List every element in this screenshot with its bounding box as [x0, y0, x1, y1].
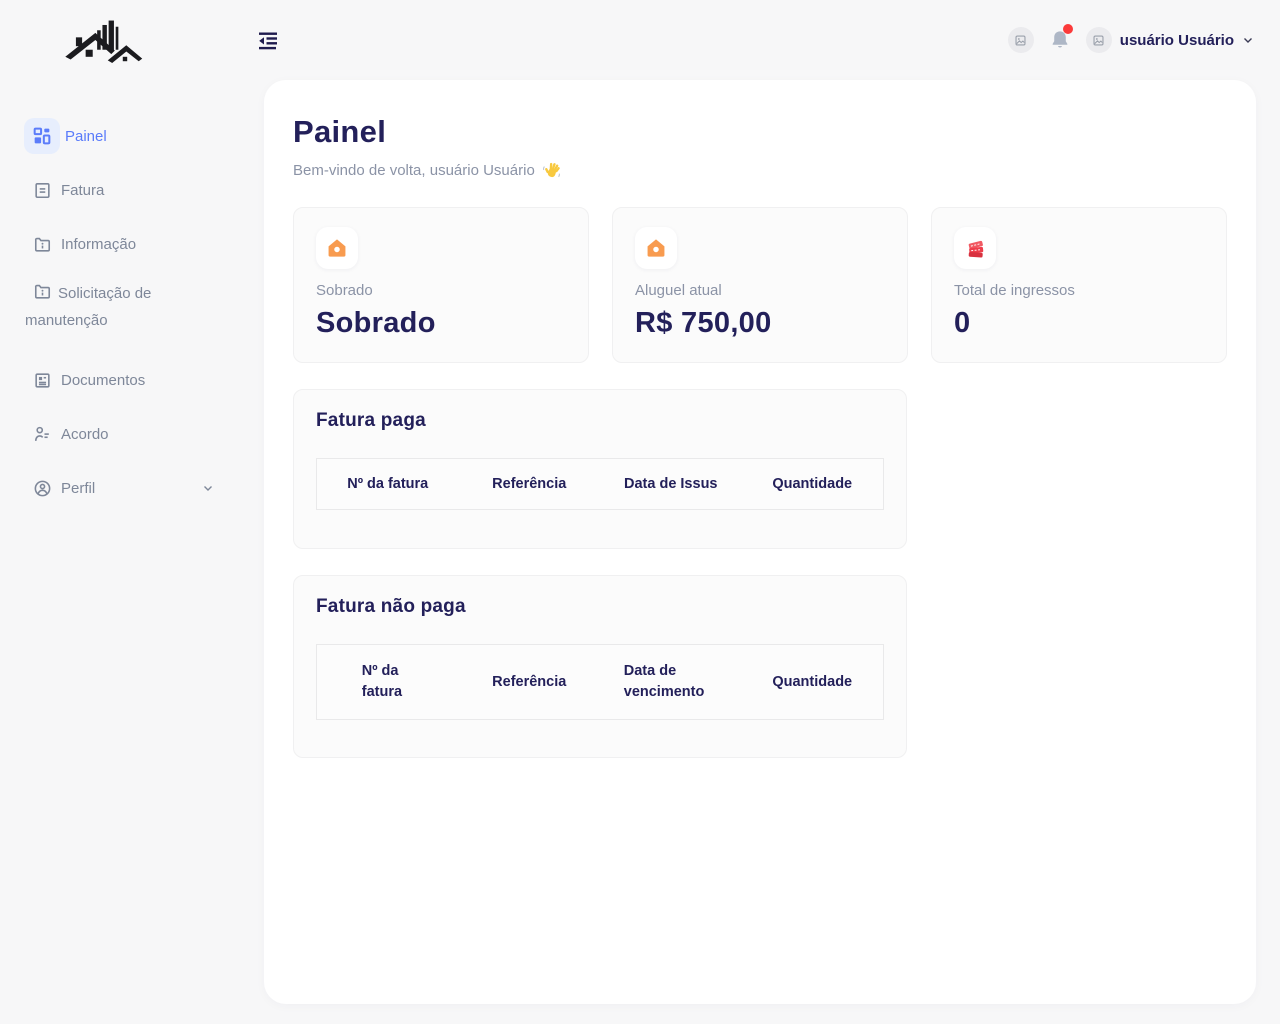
column-header: Referência [488, 668, 570, 696]
dashboard-icon [31, 125, 53, 147]
waving-hand-icon [542, 161, 561, 180]
page-title: Painel [293, 114, 1227, 150]
user-avatar [1086, 27, 1112, 53]
notifications-button[interactable] [1049, 28, 1071, 52]
stat-card-icon-box [316, 227, 358, 269]
image-placeholder-icon [1093, 35, 1104, 46]
sidebar-item-solicitacao-manutencao[interactable]: Solicitação de manutenção [0, 280, 264, 344]
unpaid-invoices-title: Fatura não paga [316, 596, 884, 618]
sidebar-item-label: Acordo [61, 426, 109, 443]
invoice-icon [33, 181, 52, 200]
unpaid-invoices-panel: Fatura não paga Nº da fatura Referência … [293, 575, 907, 758]
house-icon [645, 237, 667, 259]
folder-info-icon [33, 282, 52, 301]
tickets-icon [964, 237, 987, 260]
stat-card-label: Sobrado [316, 282, 566, 299]
folder-info-icon [33, 235, 52, 254]
house-buildings-logo-icon [60, 12, 144, 68]
user-name: usuário Usuário [1120, 32, 1234, 49]
sidebar-item-painel[interactable]: Painel [0, 118, 264, 154]
stat-card-sobrado: Sobrado Sobrado [293, 207, 589, 363]
topbar-right-group: usuário Usuário [1008, 27, 1254, 53]
stat-card-icon-box [635, 227, 677, 269]
chevron-down-icon [202, 482, 214, 494]
column-header: Nº da fatura [358, 655, 418, 709]
stat-card-icon-box [954, 227, 996, 269]
sidebar-item-fatura[interactable]: Fatura [0, 172, 264, 208]
indent-decrease-icon [255, 28, 281, 52]
column-header: Referência [488, 470, 570, 498]
sidebar-item-label: Fatura [61, 182, 104, 199]
paid-invoices-panel: Fatura paga Nº da fatura Referência Data… [293, 389, 907, 549]
column-header: Quantidade [768, 668, 856, 696]
stat-card-label: Aluguel atual [635, 282, 885, 299]
column-header: Data de vencimento [620, 655, 722, 709]
sidebar-item-informacao[interactable]: Informação [0, 226, 264, 262]
stat-card-value: Sobrado [316, 307, 566, 340]
sidebar-item-label: Documentos [61, 372, 145, 389]
stat-card-label: Total de ingressos [954, 282, 1204, 299]
app-logo[interactable] [60, 12, 144, 68]
paid-invoices-title: Fatura paga [316, 410, 884, 432]
sidebar-item-label: Painel [65, 128, 107, 145]
welcome-message: Bem-vindo de volta, usuário Usuário [293, 161, 1227, 180]
notification-dot [1063, 24, 1073, 34]
column-header: Quantidade [768, 470, 856, 498]
stat-card-ingressos: Total de ingressos 0 [931, 207, 1227, 363]
dashboard-icon-tile [24, 118, 60, 154]
house-icon [326, 237, 348, 259]
documents-icon [33, 371, 52, 390]
user-menu[interactable]: usuário Usuário [1086, 27, 1254, 53]
unpaid-invoices-header-row: Nº da fatura Referência Data de vencimen… [316, 644, 884, 720]
column-header: Nº da fatura [343, 470, 432, 498]
sidebar-item-label: Informação [61, 236, 136, 253]
sidebar-item-label: Solicitação de manutenção [25, 280, 234, 334]
welcome-text: Bem-vindo de volta, usuário Usuário [293, 162, 535, 179]
sidebar-item-documentos[interactable]: Documentos [0, 362, 264, 398]
paid-invoices-header-row: Nº da fatura Referência Data de Issus Qu… [316, 458, 884, 510]
main-content: Painel Bem-vindo de volta, usuário Usuár… [264, 80, 1256, 1004]
sidebar-item-acordo[interactable]: Acordo [0, 416, 264, 452]
stat-card-value: 0 [954, 307, 1204, 340]
sidebar-collapse-button[interactable] [252, 26, 284, 54]
secondary-avatar[interactable] [1008, 27, 1034, 53]
sidebar: Painel Fatura Informação S [0, 80, 264, 524]
stat-cards: Sobrado Sobrado Aluguel atual R$ 750,00 [293, 207, 1227, 363]
user-list-icon [33, 425, 52, 444]
sidebar-item-label: Perfil [61, 480, 95, 497]
stat-card-aluguel: Aluguel atual R$ 750,00 [612, 207, 908, 363]
column-header: Data de Issus [620, 470, 722, 498]
chevron-down-icon [1242, 34, 1254, 46]
image-placeholder-icon [1015, 35, 1026, 46]
stat-card-value: R$ 750,00 [635, 307, 885, 340]
user-circle-icon [33, 479, 52, 498]
topbar: usuário Usuário [0, 0, 1280, 80]
sidebar-item-perfil[interactable]: Perfil [0, 470, 264, 506]
